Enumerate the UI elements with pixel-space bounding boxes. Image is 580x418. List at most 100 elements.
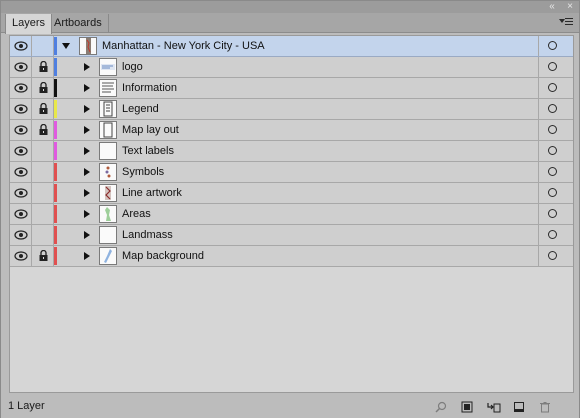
layer-row[interactable]: Map background — [10, 246, 573, 267]
lock-icon — [39, 60, 48, 75]
lock-toggle[interactable] — [32, 120, 54, 140]
visibility-toggle[interactable] — [10, 246, 32, 266]
target-circle-icon — [548, 251, 557, 260]
panel-menu-button[interactable] — [559, 16, 573, 28]
chevron-right-icon[interactable] — [84, 231, 90, 239]
lock-toggle[interactable] — [32, 99, 54, 119]
close-panel-button[interactable]: × — [563, 1, 577, 13]
create-sublayer-icon[interactable] — [487, 401, 501, 413]
layer-name[interactable]: Legend — [122, 99, 159, 119]
layer-name[interactable]: Manhattan - New York City - USA — [102, 36, 265, 56]
layer-name[interactable]: Text labels — [122, 141, 174, 161]
layer-target[interactable] — [538, 162, 573, 182]
menu-lines-icon — [565, 18, 573, 19]
eye-icon — [14, 230, 28, 243]
layer-target[interactable] — [538, 183, 573, 203]
tab-artboards[interactable]: Artboards — [48, 14, 109, 33]
layer-target[interactable] — [538, 36, 573, 56]
layer-name[interactable]: Map lay out — [122, 120, 179, 140]
layer-name[interactable]: Information — [122, 78, 177, 98]
eye-icon — [14, 209, 28, 222]
locate-object-icon[interactable] — [435, 401, 447, 413]
lock-toggle[interactable] — [32, 225, 54, 245]
layer-color-indicator — [54, 184, 57, 202]
layer-color-indicator — [54, 58, 57, 76]
visibility-toggle[interactable] — [10, 78, 32, 98]
layer-row[interactable]: Map lay out — [10, 120, 573, 141]
frame-icon — [99, 121, 117, 139]
layer-color-indicator — [54, 121, 57, 139]
layer-row[interactable]: Line artwork — [10, 183, 573, 204]
chevron-right-icon[interactable] — [84, 189, 90, 197]
layer-row[interactable]: Text labels — [10, 141, 573, 162]
layer-name[interactable]: Landmass — [122, 225, 173, 245]
symbols-icon — [99, 163, 117, 181]
chevron-down-icon[interactable] — [62, 43, 70, 49]
make-clipping-mask-icon[interactable] — [461, 401, 473, 413]
layer-row[interactable]: Landmass — [10, 225, 573, 246]
chevron-right-icon[interactable] — [84, 210, 90, 218]
layer-row[interactable]: Areas — [10, 204, 573, 225]
target-circle-icon — [548, 188, 557, 197]
layer-color-indicator — [54, 79, 57, 97]
layer-row[interactable]: Symbols — [10, 162, 573, 183]
target-circle-icon — [548, 83, 557, 92]
layer-target[interactable] — [538, 99, 573, 119]
layer-name[interactable]: logo — [122, 57, 143, 77]
lock-toggle[interactable] — [32, 204, 54, 224]
target-circle-icon — [548, 104, 557, 113]
lock-icon — [39, 123, 48, 138]
chevron-right-icon[interactable] — [84, 84, 90, 92]
layer-row[interactable]: Information — [10, 78, 573, 99]
lock-toggle[interactable] — [32, 57, 54, 77]
layer-target[interactable] — [538, 141, 573, 161]
layer-target[interactable] — [538, 57, 573, 77]
visibility-toggle[interactable] — [10, 162, 32, 182]
chevron-right-icon[interactable] — [84, 126, 90, 134]
visibility-toggle[interactable] — [10, 36, 32, 56]
lock-toggle[interactable] — [32, 162, 54, 182]
layer-target[interactable] — [538, 120, 573, 140]
layer-target[interactable] — [538, 225, 573, 245]
eye-icon — [14, 41, 28, 54]
chevron-right-icon[interactable] — [84, 147, 90, 155]
layers-list: Manhattan - New York City - USA logo Infor… — [9, 35, 574, 393]
layer-row[interactable]: Manhattan - New York City - USA — [10, 36, 573, 57]
visibility-toggle[interactable] — [10, 141, 32, 161]
layer-name[interactable]: Areas — [122, 204, 151, 224]
target-circle-icon — [548, 41, 557, 50]
panel-status-bar: 1 Layer — [1, 395, 579, 418]
layer-name[interactable]: Map background — [122, 246, 204, 266]
lock-toggle[interactable] — [32, 183, 54, 203]
layer-target[interactable] — [538, 78, 573, 98]
layer-color-indicator — [54, 163, 57, 181]
visibility-toggle[interactable] — [10, 57, 32, 77]
layer-name[interactable]: Line artwork — [122, 183, 182, 203]
layer-row[interactable]: Legend — [10, 99, 573, 120]
chevron-right-icon[interactable] — [84, 63, 90, 71]
layer-row[interactable]: logo — [10, 57, 573, 78]
chevron-right-icon[interactable] — [84, 105, 90, 113]
lock-toggle[interactable] — [32, 78, 54, 98]
layer-name[interactable]: Symbols — [122, 162, 164, 182]
lock-toggle[interactable] — [32, 36, 54, 56]
lock-toggle[interactable] — [32, 246, 54, 266]
visibility-toggle[interactable] — [10, 120, 32, 140]
visibility-toggle[interactable] — [10, 99, 32, 119]
blank-icon — [99, 226, 117, 244]
layer-target[interactable] — [538, 204, 573, 224]
visibility-toggle[interactable] — [10, 204, 32, 224]
visibility-toggle[interactable] — [10, 225, 32, 245]
tab-layers[interactable]: Layers — [5, 14, 53, 34]
chevron-right-icon[interactable] — [84, 168, 90, 176]
visibility-toggle[interactable] — [10, 183, 32, 203]
eye-icon — [14, 125, 28, 138]
new-layer-icon[interactable] — [513, 401, 525, 413]
chevron-right-icon[interactable] — [84, 252, 90, 260]
delete-icon[interactable] — [539, 401, 551, 413]
layer-target[interactable] — [538, 246, 573, 266]
lock-toggle[interactable] — [32, 141, 54, 161]
collapse-panel-button[interactable]: « — [545, 1, 559, 13]
lock-icon — [39, 81, 48, 96]
eye-icon — [14, 83, 28, 96]
